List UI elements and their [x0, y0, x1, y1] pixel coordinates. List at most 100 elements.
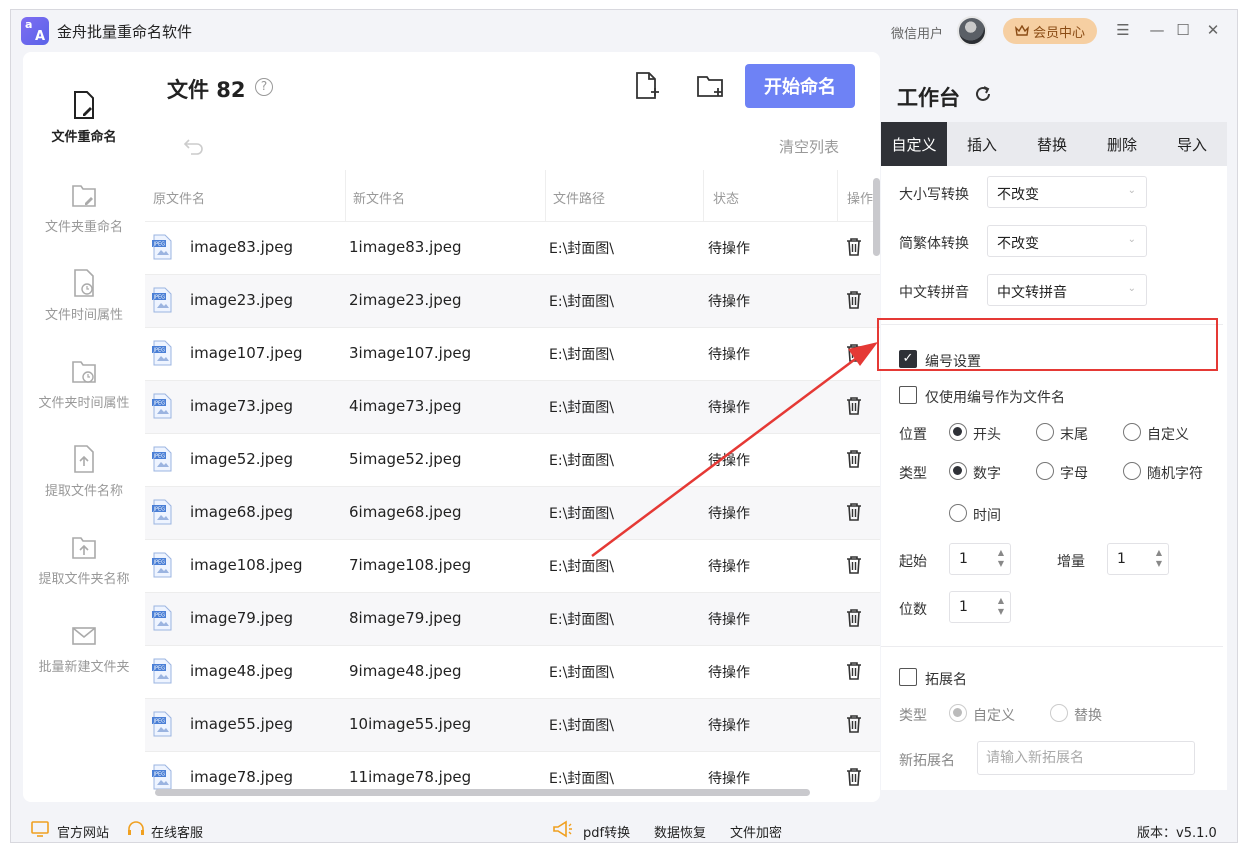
chevron-down-icon: ⌄: [1127, 185, 1136, 196]
ext-type-radio-custom[interactable]: [949, 704, 967, 722]
tab-replace[interactable]: 替换: [1017, 122, 1087, 166]
undo-icon[interactable]: [183, 136, 205, 156]
start-rename-button[interactable]: 开始命名: [745, 64, 855, 108]
clear-list-button[interactable]: 清空列表: [779, 136, 839, 157]
help-icon[interactable]: ?: [255, 78, 273, 96]
svg-text:JPEG: JPEG: [153, 560, 166, 566]
add-file-icon[interactable]: [631, 70, 663, 102]
stepper-arrows-icon[interactable]: ▲ ▼: [998, 595, 1004, 617]
case-label: 大小写转换: [899, 187, 969, 203]
sidebar-item-label: 提取文件名称: [44, 484, 123, 499]
original-filename: image108.jpeg: [190, 556, 303, 574]
sidebar-item-extract-file[interactable]: 提取文件名称: [23, 444, 145, 499]
tab-insert[interactable]: 插入: [947, 122, 1017, 166]
online-service-link[interactable]: 在线客服: [151, 822, 203, 841]
start-stepper[interactable]: 1 ▲ ▼: [949, 543, 1011, 575]
trad-select[interactable]: 不改变 ⌄: [987, 225, 1147, 257]
trash-icon[interactable]: [845, 661, 863, 681]
trash-icon[interactable]: [845, 343, 863, 363]
table-row[interactable]: JPEG image23.jpeg 2image23.jpeg E:\封面图\ 待操作: [145, 275, 880, 328]
sidebar-item-extract-folder[interactable]: 提取文件夹名称: [23, 532, 145, 587]
sidebar-item-file-rename[interactable]: 文件重命名: [23, 90, 145, 145]
original-filename: image48.jpeg: [190, 662, 294, 680]
table-header: 原文件名 新文件名 文件路径 状态 操作: [145, 170, 880, 222]
column-original-name[interactable]: 原文件名: [153, 188, 205, 207]
new-extension-input[interactable]: [977, 741, 1195, 775]
trash-icon[interactable]: [845, 555, 863, 575]
data-recovery-link[interactable]: 数据恢复: [654, 822, 706, 841]
table-row[interactable]: JPEG image68.jpeg 6image68.jpeg E:\封面图\ 待操作: [145, 487, 880, 540]
trash-icon[interactable]: [845, 608, 863, 628]
official-site-link[interactable]: 官方网站: [57, 822, 109, 841]
table-row[interactable]: JPEG image107.jpeg 3image107.jpeg E:\封面图\ 待操…: [145, 328, 880, 381]
pinyin-select[interactable]: 中文转拼音 ⌄: [987, 274, 1147, 306]
tab-import[interactable]: 导入: [1157, 122, 1227, 166]
sidebar-item-batch-folder[interactable]: 批量新建文件夹: [23, 620, 145, 675]
step-stepper[interactable]: 1 ▲ ▼: [1107, 543, 1169, 575]
stepper-arrows-icon[interactable]: ▲ ▼: [1156, 547, 1162, 569]
position-radio-end[interactable]: [1036, 423, 1054, 441]
sidebar-item-label: 文件时间属性: [44, 308, 123, 323]
column-file-path[interactable]: 文件路径: [553, 188, 605, 207]
table-row[interactable]: JPEG image55.jpeg 10image55.jpeg E:\封面图\ 待操作: [145, 699, 880, 752]
maximize-icon[interactable]: ☐: [1173, 20, 1193, 40]
sidebar-item-folder-rename[interactable]: 文件夹重命名: [23, 180, 145, 235]
position-radio-start[interactable]: [949, 423, 967, 441]
table-row[interactable]: JPEG image52.jpeg 5image52.jpeg E:\封面图\ 待操作: [145, 434, 880, 487]
extension-checkbox[interactable]: [899, 668, 917, 686]
file-list-panel: 文件 82 ? 开始命名 清空列表 原文件名 新文件名 文件路径 状态 操作 J…: [145, 52, 880, 802]
file-encrypt-link[interactable]: 文件加密: [730, 822, 782, 841]
column-new-name[interactable]: 新文件名: [353, 188, 405, 207]
start-value: 1: [959, 551, 968, 567]
trash-icon[interactable]: [845, 237, 863, 257]
table-row[interactable]: JPEG image48.jpeg 9image48.jpeg E:\封面图\ 待操作: [145, 646, 880, 699]
type-radio-number[interactable]: [949, 462, 967, 480]
refresh-icon[interactable]: [973, 84, 993, 104]
trash-icon[interactable]: [845, 396, 863, 416]
file-path: E:\封面图\: [549, 453, 614, 469]
table-row[interactable]: JPEG image108.jpeg 7image108.jpeg E:\封面图\ 待操…: [145, 540, 880, 593]
menu-icon[interactable]: ☰: [1113, 20, 1133, 40]
table-row[interactable]: JPEG image73.jpeg 4image73.jpeg E:\封面图\ 待操作: [145, 381, 880, 434]
trash-icon[interactable]: [845, 767, 863, 787]
trash-icon[interactable]: [845, 502, 863, 522]
vip-center-button[interactable]: 会员中心: [1003, 18, 1097, 44]
pdf-convert-link[interactable]: pdf转换: [583, 822, 630, 841]
status-text: 待操作: [708, 506, 750, 522]
extension-label: 拓展名: [925, 672, 967, 688]
stepper-arrows-icon[interactable]: ▲ ▼: [998, 547, 1004, 569]
user-name[interactable]: 微信用户: [891, 23, 943, 42]
only-number-checkbox[interactable]: [899, 386, 917, 404]
position-radio-custom[interactable]: [1123, 423, 1141, 441]
app-logo: a A: [21, 17, 49, 45]
sidebar-item-file-time[interactable]: 文件时间属性: [23, 268, 145, 323]
sidebar-item-folder-time[interactable]: 文件夹时间属性: [23, 356, 145, 411]
type-radio-time[interactable]: [949, 504, 967, 522]
ext-type-radio-replace[interactable]: [1050, 704, 1068, 722]
headset-icon: [128, 821, 144, 835]
table-row[interactable]: JPEG image83.jpeg 1image83.jpeg E:\封面图\ 待操作: [145, 222, 880, 275]
tab-custom[interactable]: 自定义: [881, 122, 947, 166]
sidebar-item-label: 提取文件夹名称: [38, 572, 130, 587]
trash-icon[interactable]: [845, 290, 863, 310]
horizontal-scrollbar[interactable]: [155, 789, 810, 796]
trash-icon[interactable]: [845, 449, 863, 469]
trash-icon[interactable]: [845, 714, 863, 734]
case-select[interactable]: 不改变 ⌄: [987, 176, 1147, 208]
tab-delete[interactable]: 删除: [1087, 122, 1157, 166]
table-row[interactable]: JPEG image79.jpeg 8image79.jpeg E:\封面图\ 待操作: [145, 593, 880, 646]
avatar[interactable]: [957, 16, 987, 46]
digits-stepper[interactable]: 1 ▲ ▼: [949, 591, 1011, 623]
add-folder-icon[interactable]: [695, 70, 727, 102]
minimize-icon[interactable]: —: [1147, 20, 1167, 40]
position-label: 位置: [899, 427, 927, 443]
pinyin-select-value: 中文转拼音: [997, 285, 1067, 301]
type-option-label: 随机字符: [1147, 466, 1203, 482]
status-text: 待操作: [708, 665, 750, 681]
close-icon[interactable]: ✕: [1203, 20, 1223, 40]
ext-type-label: 类型: [899, 708, 927, 724]
column-status[interactable]: 状态: [713, 188, 739, 207]
type-radio-random[interactable]: [1123, 462, 1141, 480]
type-radio-letter[interactable]: [1036, 462, 1054, 480]
digits-label: 位数: [899, 602, 927, 618]
